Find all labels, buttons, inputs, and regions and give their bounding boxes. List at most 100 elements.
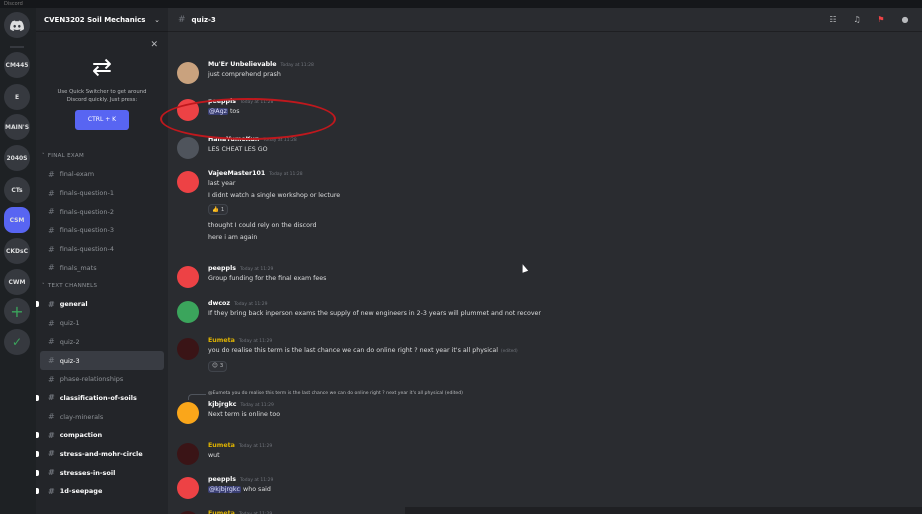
bell-icon[interactable]: ♫ <box>850 13 864 27</box>
avatar[interactable] <box>177 443 199 465</box>
message-text: @kjbjrgkc who said <box>208 486 271 493</box>
server-icon[interactable]: CSM <box>4 207 30 233</box>
channel-item[interactable]: # quiz-3 <box>40 351 164 370</box>
quick-switcher-shortcut-button[interactable]: CTRL + K <box>75 110 129 130</box>
channel-name: general <box>59 300 88 309</box>
hash-icon: # <box>48 468 55 478</box>
server-icon[interactable]: CM445 <box>4 52 30 78</box>
quick-switcher-popout: ✕ ⇄ Use Quick Switcher to get around Dis… <box>36 32 168 147</box>
chevron-down-icon: ˅ <box>42 283 45 290</box>
channel-name: finals-question-4 <box>59 245 115 254</box>
avatar[interactable] <box>177 301 199 323</box>
channel-header: # quiz-3 ☷ ♫ ⚑ ● <box>168 8 922 32</box>
channel-name: clay-minerals <box>59 412 104 421</box>
message-author[interactable]: kjbjrgkc Today at 11:29 <box>208 401 274 408</box>
reply-preview[interactable]: @Eumeta you do realise this term is the … <box>208 391 463 396</box>
channel-item[interactable]: # finals-question-1 <box>36 184 168 203</box>
message-timestamp: Today at 11:29 <box>234 302 268 307</box>
unread-indicator <box>36 488 39 495</box>
author-name: Eumeta <box>208 510 235 514</box>
server-icon[interactable]: E <box>4 84 30 110</box>
message-content: last year <box>208 180 236 187</box>
channel-name: finals_mats <box>59 263 97 272</box>
avatar[interactable] <box>177 171 199 193</box>
category-header[interactable]: ˅ TEXT CHANNELS <box>36 277 168 295</box>
channel-item[interactable]: # stresses-in-soil <box>36 463 168 482</box>
discord-window: Discord CM445 E MAIN'S 2040S CTs CSM CKDsC CWM … <box>0 0 922 514</box>
message-author[interactable]: peeppls Today at 11:29 <box>208 265 273 272</box>
channel-item[interactable]: # finals-question-2 <box>36 202 168 221</box>
reaction-pill[interactable]: 👍 1 <box>208 204 229 215</box>
reply-connector <box>188 394 206 400</box>
hash-icon: # <box>48 244 55 254</box>
category-name: FINAL EXAM <box>47 153 85 159</box>
server-icon[interactable]: CKDsC <box>4 238 30 264</box>
add-server-icon[interactable]: + <box>4 298 30 324</box>
channel-item[interactable]: # finals_mats <box>36 258 168 277</box>
avatar[interactable] <box>177 477 199 499</box>
channel-sidebar: CVEN3202 Soil Mechanics ⌄ ✕ ⇄ Use Quick … <box>36 8 168 514</box>
server-icon[interactable]: CWM <box>4 269 30 295</box>
pin-icon[interactable]: ⚑ <box>874 13 888 27</box>
explore-servers-icon[interactable]: ✓ <box>4 329 30 355</box>
message-content: LES CHEAT LES GO <box>208 146 268 153</box>
message-content: thought I could rely on the discord <box>208 222 317 229</box>
guild-header[interactable]: CVEN3202 Soil Mechanics ⌄ <box>36 8 168 32</box>
channel-item[interactable]: # quiz-2 <box>36 333 168 352</box>
close-icon[interactable]: ✕ <box>150 40 158 50</box>
channel-item[interactable]: # final-exam <box>36 165 168 184</box>
category-name: TEXT CHANNELS <box>47 283 98 290</box>
channel-item[interactable]: # compaction <box>36 426 168 445</box>
hash-icon: # <box>48 207 55 217</box>
channel-item[interactable]: #1d-seepage <box>36 482 168 501</box>
reaction-pill[interactable]: 😊 3 <box>208 360 228 372</box>
title-bar: Discord <box>0 0 922 8</box>
message-author[interactable]: peeppls Today at 11:29 <box>208 476 273 483</box>
avatar[interactable] <box>177 62 199 84</box>
message-text: last year <box>208 180 235 187</box>
message-text: Next term is online too <box>208 411 280 418</box>
channel-item[interactable]: # classification-of-soils <box>36 389 168 408</box>
message-timestamp: Today at 11:28 <box>280 63 314 68</box>
category-header[interactable]: ˅ FINAL EXAM <box>36 147 168 165</box>
message-text: you do realise this term is the last cha… <box>208 347 518 354</box>
hash-icon: # <box>48 486 55 496</box>
channel-name: stresses-in-soil <box>59 468 116 477</box>
members-icon[interactable]: ● <box>898 13 912 27</box>
channel-item[interactable]: # clay-minerals <box>36 407 168 426</box>
avatar[interactable] <box>177 266 199 288</box>
message-author[interactable]: EumetaToday at 11:29 <box>208 510 272 514</box>
message-content: I didnt watch a single workshop or lectu… <box>208 191 341 199</box>
avatar[interactable] <box>177 137 199 159</box>
threads-icon[interactable]: ☷ <box>826 13 840 27</box>
message-timestamp: Today at 11:29 <box>239 267 274 272</box>
channel-item[interactable]: # stress-and-mohr-circle <box>36 445 168 464</box>
thumbs-up-icon: 👍 <box>212 206 219 213</box>
message-author[interactable]: EumetaToday at 11:29 <box>208 442 272 449</box>
server-icon[interactable]: MAIN'S <box>4 114 30 140</box>
author-name: Eumeta <box>208 337 235 344</box>
message-author[interactable]: Mu'Er Unbelievable Today at 11:28 <box>208 61 314 68</box>
edited-tag: (edited) <box>501 348 518 353</box>
user-mention[interactable]: @kjbjrgkc <box>208 486 242 493</box>
channel-item[interactable]: # general <box>36 295 168 314</box>
message-author[interactable]: VajeeMaster101 Today at 11:28 <box>208 170 303 177</box>
channel-title: quiz-3 <box>191 15 216 24</box>
hash-icon: # <box>48 412 55 422</box>
hash-icon: # <box>48 374 55 384</box>
author-name: dwcoz <box>208 300 231 307</box>
avatar[interactable] <box>177 402 199 424</box>
server-icon[interactable]: CTs <box>4 177 30 203</box>
message-author[interactable]: dwcoz Today at 11:29 <box>208 300 267 307</box>
channel-item[interactable]: # finals-question-3 <box>36 221 168 240</box>
channel-name: quiz-2 <box>59 337 80 346</box>
message-timestamp: Today at 11:29 <box>240 403 274 408</box>
message-author[interactable]: EumetaToday at 11:29 <box>208 337 272 344</box>
channel-item[interactable]: # phase-relationships <box>36 370 168 389</box>
channel-item[interactable]: # quiz-1 <box>36 314 168 333</box>
channel-item[interactable]: # finals-question-4 <box>36 240 168 259</box>
hash-icon: # <box>48 449 55 459</box>
avatar[interactable] <box>177 338 199 360</box>
discord-home-icon[interactable] <box>4 12 30 38</box>
server-icon[interactable]: 2040S <box>4 145 30 171</box>
